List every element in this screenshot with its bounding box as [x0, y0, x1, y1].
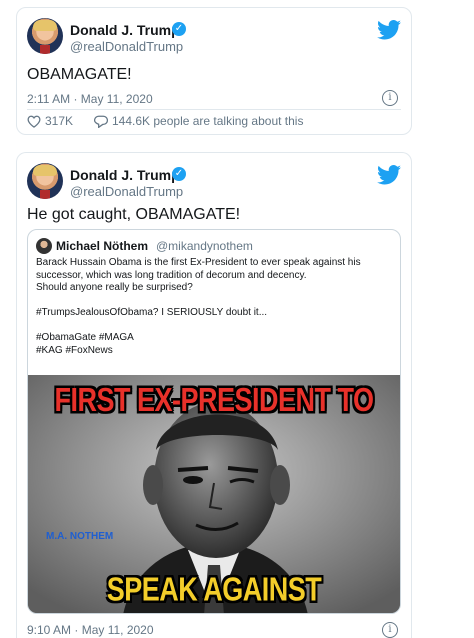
quoted-hashtag-line[interactable]: #ObamaGate #MAGA	[36, 332, 396, 345]
tweet-text: He got caught, OBAMAGATE!	[27, 206, 241, 223]
quoted-text-line	[36, 320, 396, 333]
avatar[interactable]	[27, 18, 63, 54]
tweet-timestamp[interactable]: 9:10 AM · May 11, 2020	[27, 623, 154, 637]
author-name[interactable]: Donald J. Trump	[70, 22, 180, 38]
twitter-bird-icon[interactable]	[377, 165, 401, 185]
quoted-hashtag-line[interactable]: #TrumpsJealousOfObama? I SERIOUSLY doubt…	[36, 307, 396, 320]
verified-badge-icon: ✓	[172, 167, 186, 181]
quoted-meme-image[interactable]: FIRST EX-PRESIDENT TO M.A. NOTHEM SPEAK …	[28, 375, 400, 613]
tweet-card-1[interactable]: Donald J. Trump ✓ @realDonaldTrump OBAMA…	[16, 7, 412, 135]
tweet-card-2[interactable]: Donald J. Trump ✓ @realDonaldTrump He go…	[16, 152, 412, 638]
twitter-bird-icon[interactable]	[377, 20, 401, 40]
like-button[interactable]: 317K	[27, 114, 73, 128]
verified-badge-icon: ✓	[172, 22, 186, 36]
quoted-text-line: successor, which was long tradition of d…	[36, 269, 307, 281]
tweet-text: OBAMAGATE!	[27, 66, 132, 83]
avatar[interactable]	[27, 163, 63, 199]
author-name[interactable]: Donald J. Trump	[70, 167, 180, 183]
like-count: 317K	[45, 114, 74, 128]
quoted-text-line: Barack Hussain Obama is the first Ex-Pre…	[36, 257, 361, 268]
quoted-text: Barack Hussain Obama is the first Ex-Pre…	[36, 257, 396, 357]
quoted-author-handle[interactable]: @mikandynothem	[156, 239, 253, 253]
author-handle[interactable]: @realDonaldTrump	[70, 184, 183, 199]
divider	[27, 109, 401, 110]
author-handle[interactable]: @realDonaldTrump	[70, 39, 183, 54]
quoted-author-name[interactable]: Michael Nöthem	[56, 239, 148, 253]
quoted-text-line	[36, 295, 396, 308]
meme-bottom-caption: SPEAK AGAINST SUCCESSOR	[106, 570, 322, 613]
meme-signature: M.A. NOTHEM	[46, 531, 114, 542]
quoted-avatar[interactable]	[36, 238, 52, 254]
conversation-link[interactable]: 144.6K people are talking about this	[93, 114, 304, 129]
info-icon[interactable]: i	[382, 622, 398, 638]
quoted-hashtag-line[interactable]: #KAG #FoxNews	[36, 345, 396, 358]
info-icon[interactable]: i	[382, 90, 398, 106]
meme-top-caption: FIRST EX-PRESIDENT TO	[54, 381, 374, 419]
quoted-tweet[interactable]: Michael Nöthem @mikandynothem Barack Hus…	[27, 229, 401, 614]
conversation-text: 144.6K people are talking about this	[112, 114, 304, 128]
tweet-timestamp[interactable]: 2:11 AM · May 11, 2020	[27, 92, 153, 106]
reply-bubble-icon	[93, 115, 109, 129]
heart-icon	[27, 115, 41, 128]
quoted-text-line: Should anyone really be surprised?	[36, 282, 193, 293]
